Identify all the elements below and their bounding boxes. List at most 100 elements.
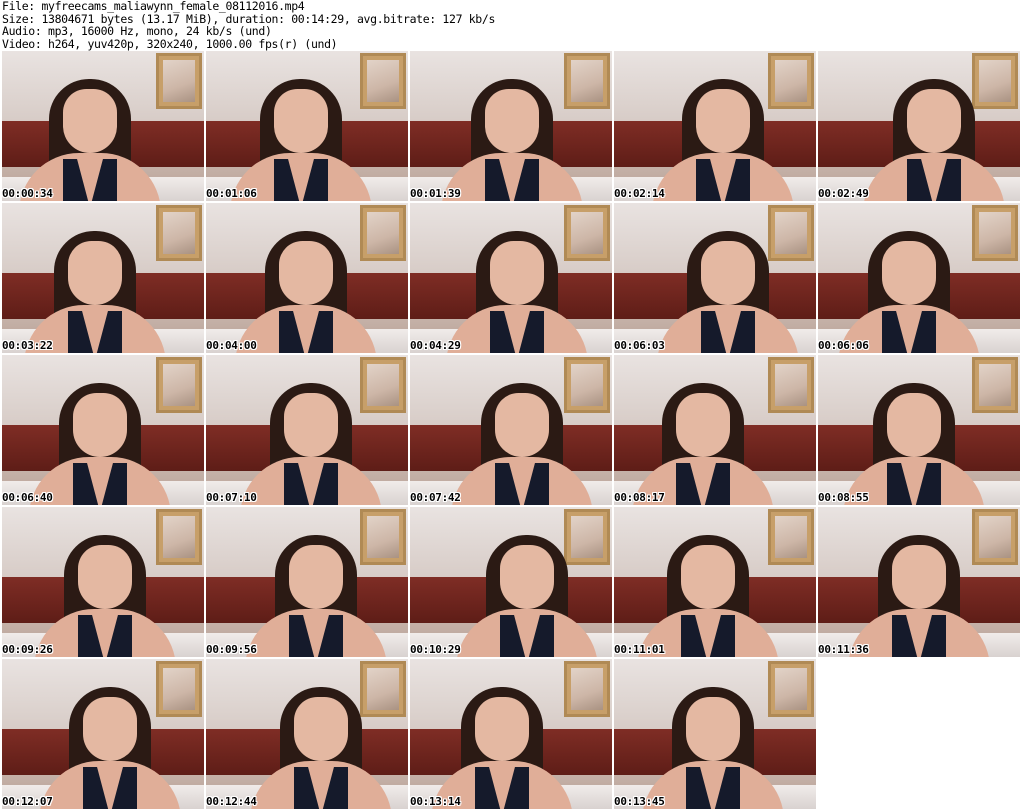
- face: [676, 393, 730, 457]
- shoulders: [240, 457, 382, 505]
- thumbnail-timestamp: 00:02:49: [818, 187, 869, 200]
- face: [701, 241, 755, 305]
- thumbnail-timestamp: 00:01:06: [206, 187, 257, 200]
- framed-picture: [156, 53, 202, 109]
- thumbnail-timestamp: 00:10:29: [410, 643, 461, 656]
- person-figure: [250, 687, 392, 809]
- video-thumbnail: 00:00:34: [2, 51, 204, 201]
- face: [68, 241, 122, 305]
- person-figure: [451, 383, 593, 505]
- framed-picture: [972, 509, 1018, 565]
- person-figure: [843, 383, 985, 505]
- shoulders: [657, 305, 799, 353]
- person-figure: [637, 535, 779, 657]
- person-figure: [838, 231, 980, 353]
- person-figure: [230, 79, 372, 201]
- thumbnail-timestamp: 00:13:14: [410, 795, 461, 808]
- framed-picture: [360, 53, 406, 109]
- thumbnail-timestamp: 00:12:44: [206, 795, 257, 808]
- thumbnail-timestamp: 00:04:29: [410, 339, 461, 352]
- face: [490, 241, 544, 305]
- framed-picture: [972, 205, 1018, 261]
- video-thumbnail: 00:02:14: [614, 51, 816, 201]
- video-thumbnail: 00:08:17: [614, 355, 816, 505]
- shoulders: [245, 609, 387, 657]
- video-thumbnail: 00:12:44: [206, 659, 408, 809]
- face: [78, 545, 132, 609]
- shoulders: [250, 761, 392, 809]
- person-figure: [29, 383, 171, 505]
- framed-picture: [972, 357, 1018, 413]
- person-figure: [642, 687, 784, 809]
- framed-picture: [156, 205, 202, 261]
- person-figure: [446, 231, 588, 353]
- thumbnail-timestamp: 00:11:01: [614, 643, 665, 656]
- video-thumbnail: 00:12:07: [2, 659, 204, 809]
- face: [274, 89, 328, 153]
- video-thumbnail: 00:11:01: [614, 507, 816, 657]
- video-thumbnail: 00:07:42: [410, 355, 612, 505]
- thumbnail-timestamp: 00:08:17: [614, 491, 665, 504]
- video-thumbnail: 00:13:14: [410, 659, 612, 809]
- thumbnail-timestamp: 00:09:26: [2, 643, 53, 656]
- thumbnail-timestamp: 00:00:34: [2, 187, 53, 200]
- face: [83, 697, 137, 761]
- video-info-line: Video: h264, yuv420p, 320x240, 1000.00 f…: [2, 36, 338, 51]
- framed-picture: [768, 661, 814, 717]
- shoulders: [34, 609, 176, 657]
- thumbnail-timestamp: 00:03:22: [2, 339, 53, 352]
- shoulders: [456, 609, 598, 657]
- face: [495, 393, 549, 457]
- framed-picture: [564, 661, 610, 717]
- video-thumbnail: 00:10:29: [410, 507, 612, 657]
- face: [475, 697, 529, 761]
- video-thumbnail: 00:04:00: [206, 203, 408, 353]
- shoulders: [863, 153, 1005, 201]
- person-figure: [34, 535, 176, 657]
- audio-info-line: Audio: mp3, 16000 Hz, mono, 24 kb/s (und…: [2, 24, 272, 38]
- thumbnail-timestamp: 00:06:40: [2, 491, 53, 504]
- face: [887, 393, 941, 457]
- thumbnail-grid: 00:00:34 00:01:06 00:01:39 00:02:14 00:02:49…: [2, 51, 1024, 811]
- video-thumbnail: 00:13:45: [614, 659, 816, 809]
- thumbnail-timestamp: 00:07:42: [410, 491, 461, 504]
- thumbnail-timestamp: 00:12:07: [2, 795, 53, 808]
- face: [500, 545, 554, 609]
- video-thumbnail: 00:06:03: [614, 203, 816, 353]
- framed-picture: [768, 509, 814, 565]
- video-thumbnail: 00:03:22: [2, 203, 204, 353]
- thumbnail-timestamp: 00:02:14: [614, 187, 665, 200]
- shoulders: [652, 153, 794, 201]
- thumbnail-timestamp: 00:04:00: [206, 339, 257, 352]
- shoulders: [451, 457, 593, 505]
- video-thumbnail: 00:09:26: [2, 507, 204, 657]
- thumbnail-timestamp: 00:01:39: [410, 187, 461, 200]
- thumbnail-timestamp: 00:09:56: [206, 643, 257, 656]
- person-figure: [848, 535, 990, 657]
- person-figure: [431, 687, 573, 809]
- framed-picture: [768, 357, 814, 413]
- face: [279, 241, 333, 305]
- face: [696, 89, 750, 153]
- person-figure: [240, 383, 382, 505]
- video-thumbnail: 00:04:29: [410, 203, 612, 353]
- face: [892, 545, 946, 609]
- face: [485, 89, 539, 153]
- thumbnail-timestamp: 00:06:03: [614, 339, 665, 352]
- person-figure: [863, 79, 1005, 201]
- face: [73, 393, 127, 457]
- video-thumbnail: 00:01:39: [410, 51, 612, 201]
- face: [63, 89, 117, 153]
- thumbnail-timestamp: 00:07:10: [206, 491, 257, 504]
- video-thumbnail: 00:08:55: [818, 355, 1020, 505]
- video-thumbnail: 00:02:49: [818, 51, 1020, 201]
- thumbnail-timestamp: 00:06:06: [818, 339, 869, 352]
- person-figure: [245, 535, 387, 657]
- face: [686, 697, 740, 761]
- person-figure: [456, 535, 598, 657]
- person-figure: [632, 383, 774, 505]
- file-name-line: File: myfreecams_maliawynn_female_081120…: [2, 0, 305, 13]
- face: [907, 89, 961, 153]
- shoulders: [39, 761, 181, 809]
- thumbnail-timestamp: 00:13:45: [614, 795, 665, 808]
